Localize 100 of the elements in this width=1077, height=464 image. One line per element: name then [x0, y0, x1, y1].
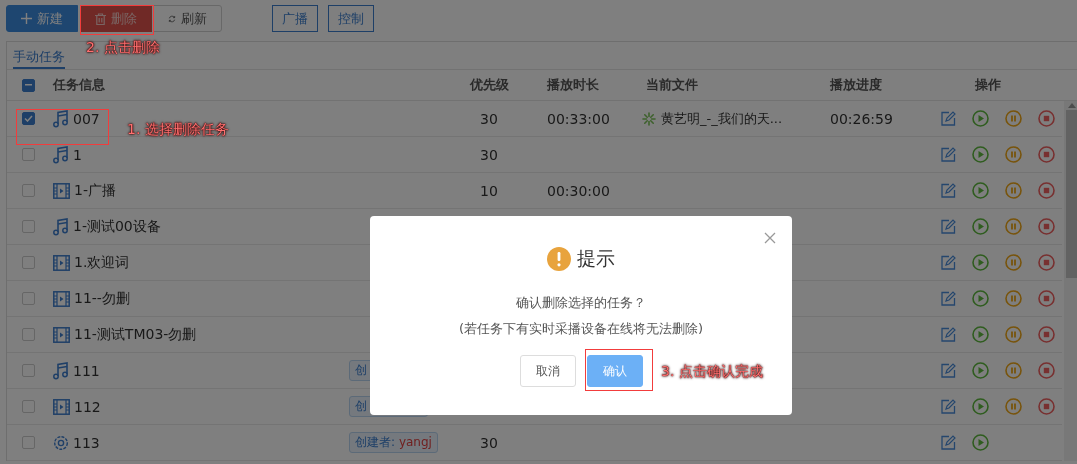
stop-icon[interactable]	[1038, 182, 1055, 199]
mode-button[interactable]: 控制	[328, 5, 374, 32]
film-icon	[53, 254, 70, 271]
toolbar-button[interactable]: 新建	[6, 5, 78, 32]
stop-icon[interactable]	[1038, 290, 1055, 307]
edit-icon[interactable]	[941, 147, 956, 162]
play-icon[interactable]	[972, 110, 989, 127]
column-header: 操作	[974, 76, 1002, 94]
task-name: 1.欢迎词	[74, 253, 130, 272]
play-icon[interactable]	[972, 146, 989, 163]
task-name: 112	[74, 398, 101, 415]
select-all-checkbox[interactable]	[22, 78, 35, 92]
row-checkbox[interactable]	[22, 256, 35, 269]
plus-icon	[21, 13, 32, 24]
play-icon[interactable]	[972, 362, 989, 379]
dialog-message: 确认删除选择的任务？	[516, 294, 646, 312]
edit-icon[interactable]	[941, 435, 956, 450]
tab[interactable]: 手动任务	[13, 42, 65, 69]
toolbar-button[interactable]: 删除	[80, 5, 152, 32]
music-note-icon	[53, 217, 69, 236]
pause-icon[interactable]	[1005, 398, 1022, 415]
dialog-button[interactable]: 确认	[586, 355, 643, 387]
pause-icon[interactable]	[1005, 218, 1022, 235]
annotation-text: 3. 点击确认完成	[661, 363, 763, 381]
task-name: 1	[73, 146, 82, 163]
music-note-icon	[53, 145, 69, 164]
column-header: 优先级	[468, 76, 510, 94]
minus-icon	[25, 84, 32, 86]
pause-icon[interactable]	[1005, 110, 1022, 127]
scroll-up-arrow-icon[interactable]	[1068, 103, 1076, 108]
loading-spinner-icon	[642, 111, 656, 126]
toolbar-button[interactable]: 刷新	[153, 5, 222, 32]
stop-icon[interactable]	[1038, 254, 1055, 271]
gear-icon	[53, 434, 69, 451]
stop-icon[interactable]	[1038, 110, 1055, 127]
play-icon[interactable]	[972, 254, 989, 271]
duration-cell-text: 00:33:00	[546, 110, 611, 127]
music-note-icon	[53, 109, 69, 128]
play-icon[interactable]	[972, 182, 989, 199]
edit-icon[interactable]	[941, 363, 956, 378]
film-icon	[53, 398, 70, 415]
dialog-title: 提示	[577, 246, 615, 271]
film-icon	[53, 290, 70, 307]
play-icon[interactable]	[972, 218, 989, 235]
pause-icon[interactable]	[1005, 290, 1022, 307]
stop-icon[interactable]	[1038, 218, 1055, 235]
row-checkbox[interactable]	[22, 148, 35, 161]
row-checkbox[interactable]	[22, 364, 35, 377]
edit-icon[interactable]	[941, 219, 956, 234]
row-checkbox[interactable]	[22, 328, 35, 341]
stop-icon[interactable]	[1038, 326, 1055, 343]
duration-cell-text: 00:30:00	[546, 182, 611, 199]
edit-icon[interactable]	[941, 291, 956, 306]
pause-icon[interactable]	[1005, 362, 1022, 379]
task-name: 111	[73, 362, 100, 379]
edit-icon[interactable]	[941, 327, 956, 342]
dialog-button[interactable]: 取消	[519, 355, 576, 387]
priority-cell-text: 10	[479, 182, 499, 199]
row-checkbox[interactable]	[22, 436, 35, 449]
pause-icon[interactable]	[1005, 182, 1022, 199]
row-checkbox[interactable]	[22, 292, 35, 305]
stop-icon[interactable]	[1038, 398, 1055, 415]
film-icon	[53, 182, 70, 199]
row-checkbox[interactable]	[22, 112, 35, 125]
row-checkbox[interactable]	[22, 184, 35, 197]
task-name: 1-测试00设备	[73, 217, 161, 236]
row-checkbox[interactable]	[22, 220, 35, 233]
annotation-text: 1. 选择删除任务	[127, 121, 229, 139]
annotation-text: 2. 点击删除	[86, 39, 160, 57]
edit-icon[interactable]	[941, 183, 956, 198]
column-header: 任务信息	[51, 76, 106, 94]
task-name: 11-测试TM03-勿删	[74, 325, 197, 344]
play-icon[interactable]	[972, 398, 989, 415]
column-header: 当前文件	[645, 76, 699, 94]
column-header: 播放进度	[829, 76, 883, 94]
music-note-icon	[53, 361, 69, 380]
mode-button[interactable]: 广播	[272, 5, 318, 32]
pause-icon[interactable]	[1005, 254, 1022, 271]
edit-icon[interactable]	[941, 255, 956, 270]
priority-cell-text: 30	[479, 434, 499, 451]
warning-icon	[547, 247, 571, 271]
play-icon[interactable]	[972, 290, 989, 307]
file-cell: 黄艺明_-_我们的天...	[661, 109, 783, 128]
progress-cell-text: 00:26:59	[829, 110, 894, 127]
task-name: 1-广播	[74, 181, 116, 200]
play-icon[interactable]	[972, 326, 989, 343]
row-checkbox[interactable]	[22, 400, 35, 413]
film-icon	[53, 326, 70, 343]
pause-icon[interactable]	[1005, 146, 1022, 163]
edit-icon[interactable]	[941, 399, 956, 414]
edit-icon[interactable]	[941, 111, 956, 126]
pause-icon[interactable]	[1005, 326, 1022, 343]
play-icon[interactable]	[972, 434, 989, 451]
stop-icon[interactable]	[1038, 146, 1055, 163]
stop-icon[interactable]	[1038, 362, 1055, 379]
scrollbar[interactable]	[1064, 101, 1077, 461]
task-name: 11--勿删	[74, 289, 130, 308]
column-header: 播放时长	[546, 76, 600, 94]
trash-icon	[95, 12, 106, 25]
dialog-note: (若任务下有实时采播设备在线将无法删除)	[458, 320, 704, 338]
